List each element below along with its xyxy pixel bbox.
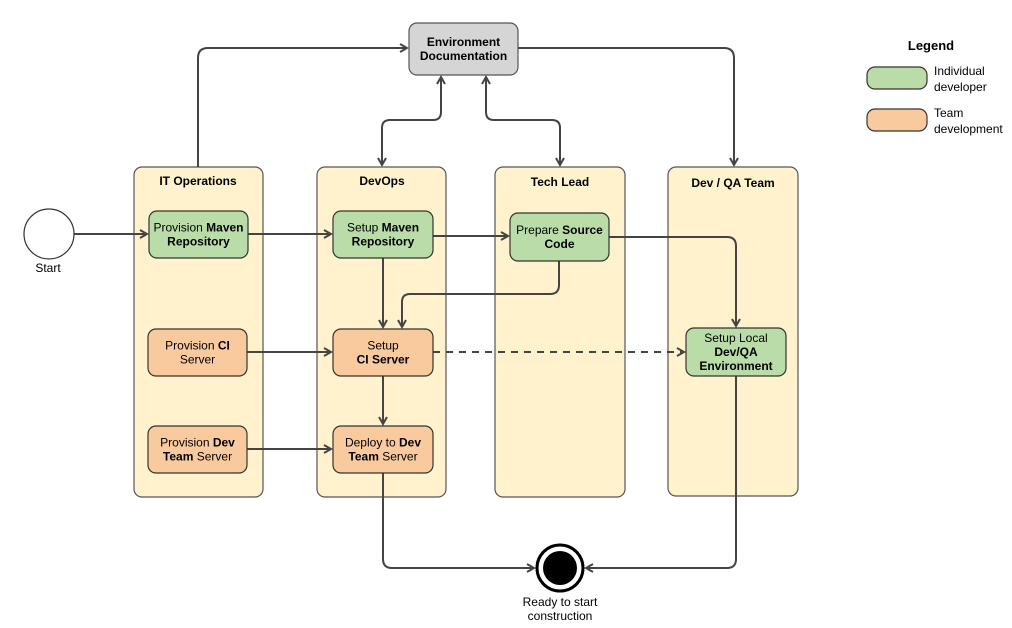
- legend-label-line: developer: [934, 80, 987, 94]
- edge-documentation-to-dev-qa: [518, 47, 734, 165]
- node-label-segment: Setup Local: [704, 331, 767, 345]
- node-label-line: Server: [180, 353, 215, 367]
- node-label-segment: Setup: [347, 221, 382, 235]
- end-label-line: Ready to start: [523, 595, 598, 609]
- node-label-segment: Maven: [382, 221, 419, 235]
- node-label-line: CI Server: [357, 353, 410, 367]
- lane-title: DevOps: [359, 174, 405, 188]
- node-label-segment: Documentation: [420, 49, 507, 63]
- legend-title: Legend: [908, 38, 954, 53]
- environment-documentation-node[interactable]: EnvironmentDocumentation: [408, 22, 519, 76]
- node-label-segment: Environment: [699, 359, 772, 373]
- node-label-segment: Source: [562, 223, 603, 237]
- node-label-segment: Setup: [367, 339, 399, 353]
- node-label-line: Setup Local: [704, 331, 767, 345]
- node-label-segment: Server: [193, 450, 232, 464]
- node-label-segment: Repository: [167, 235, 230, 249]
- node-label-segment: Provision: [153, 221, 206, 235]
- node-provision-ci[interactable]: Provision CIServer: [147, 328, 248, 377]
- node-label-segment: Team: [163, 450, 193, 464]
- node-label-segment: Dev: [213, 436, 235, 450]
- legend-label-line: Team: [934, 106, 963, 120]
- node-setup-ci[interactable]: SetupCI Server: [332, 328, 434, 377]
- node-label-segment: Maven: [206, 221, 243, 235]
- workflow-diagram: IT Operations DevOps Tech Lead Dev / QA …: [23, 22, 1003, 623]
- node-label-segment: Dev/QA: [714, 345, 758, 359]
- node-label-segment: Dev: [399, 436, 421, 450]
- legend-label-line: development: [934, 122, 1003, 136]
- node-label-segment: Prepare: [516, 223, 562, 237]
- node-label-line: Team Server: [348, 450, 417, 464]
- end-node: Ready to start construction: [523, 543, 598, 623]
- node-label-line: Dev/QA: [714, 345, 758, 359]
- node-prepare-source[interactable]: Prepare SourceCode: [509, 212, 610, 262]
- node-provision-dev[interactable]: Provision DevTeam Server: [147, 425, 248, 474]
- node-label-line: Setup: [367, 339, 399, 353]
- legend: Legend Individual developer Team develop…: [866, 38, 1003, 136]
- node-label-line: Provision Maven: [153, 221, 243, 235]
- node-label-segment: Team: [348, 450, 378, 464]
- start-node: Start: [23, 208, 75, 275]
- node-label-line: Repository: [352, 235, 415, 249]
- node-label-line: Provision CI: [165, 339, 230, 353]
- node-label-segment: Repository: [352, 235, 415, 249]
- node-label-line: Documentation: [420, 49, 507, 63]
- lane-title: Dev / QA Team: [691, 176, 774, 190]
- node-label-segment: Provision: [165, 339, 218, 353]
- end-label-line: construction: [528, 609, 593, 623]
- node-label-line: Provision Dev: [160, 436, 235, 450]
- node-setup-local[interactable]: Setup LocalDev/QAEnvironment: [685, 327, 787, 377]
- node-setup-maven[interactable]: Setup MavenRepository: [332, 210, 434, 259]
- lane-title: Tech Lead: [531, 175, 589, 189]
- node-label-line: Setup Maven: [347, 221, 419, 235]
- node-label-segment: CI Server: [357, 353, 410, 367]
- node-label-line: Repository: [167, 235, 230, 249]
- start-label: Start: [35, 261, 61, 275]
- lane-title: IT Operations: [159, 174, 237, 188]
- node-label-line: Team Server: [163, 450, 232, 464]
- node-label-line: Code: [545, 237, 575, 251]
- legend-item-team: Team development: [866, 106, 1003, 136]
- node-label-segment: Deploy to: [345, 436, 399, 450]
- node-label-segment: Code: [545, 237, 575, 251]
- node-label-line: Environment: [699, 359, 772, 373]
- node-label-line: Deploy to Dev: [345, 436, 421, 450]
- node-label-segment: Server: [379, 450, 418, 464]
- node-deploy-dev[interactable]: Deploy to DevTeam Server: [332, 425, 434, 474]
- node-label-line: Environment: [427, 35, 500, 49]
- legend-label-line: Individual: [934, 64, 985, 78]
- node-label-segment: Provision: [160, 436, 213, 450]
- node-provision-maven[interactable]: Provision MavenRepository: [148, 210, 249, 259]
- node-label-line: Prepare Source: [516, 223, 603, 237]
- node-label-segment: CI: [218, 339, 230, 353]
- edge-it-ops-to-documentation: [197, 48, 407, 167]
- node-label-segment: Environment: [427, 35, 500, 49]
- edge-documentation-tech-lead: [486, 77, 560, 165]
- node-label-segment: Server: [180, 353, 215, 367]
- legend-item-individual: Individual developer: [866, 64, 987, 94]
- edge-documentation-devops: [382, 77, 441, 165]
